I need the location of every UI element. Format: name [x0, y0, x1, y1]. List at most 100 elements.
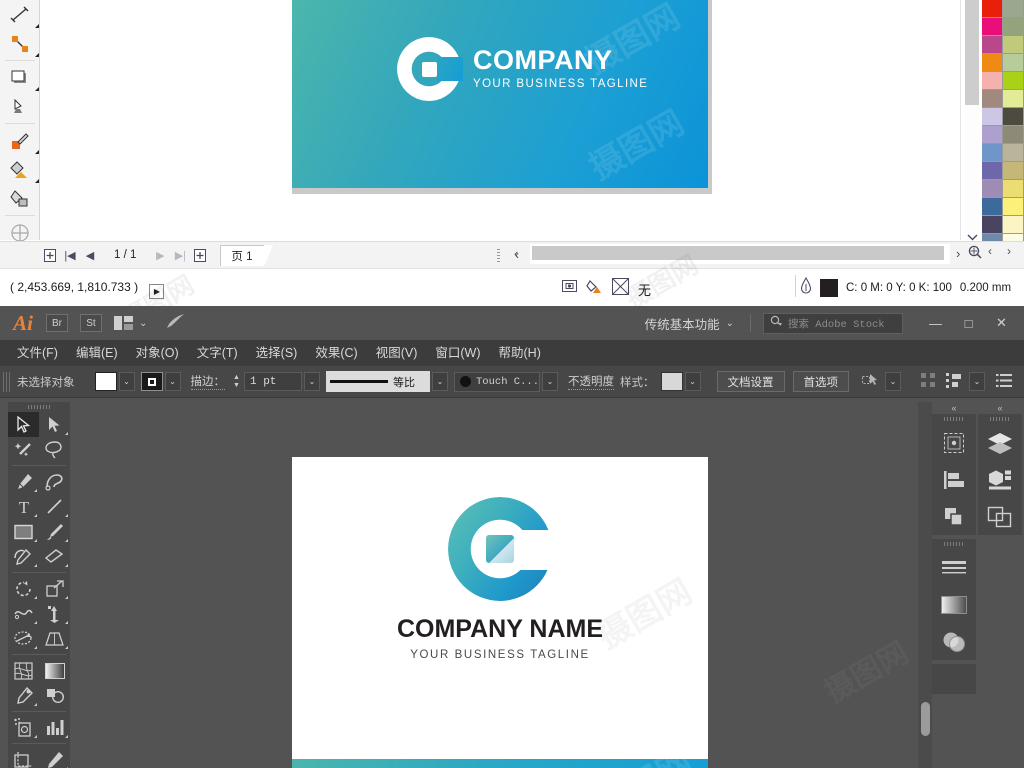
color-swatch[interactable]: [982, 144, 1003, 162]
artboard[interactable]: COMPANY NAME YOUR BUSINESS TAGLINE 摄图网 摄…: [292, 457, 708, 768]
color-swatch[interactable]: [1003, 180, 1024, 198]
workspace-chevron-down-icon[interactable]: ⌄: [726, 318, 734, 329]
layers-panel-icon[interactable]: [978, 424, 1022, 461]
symbol-sprayer-tool[interactable]: [8, 715, 39, 740]
color-swatch[interactable]: [982, 18, 1003, 36]
close-button[interactable]: ✕: [985, 311, 1018, 335]
workspace-switcher-label[interactable]: 传统基本功能: [645, 314, 720, 333]
menu-item-2[interactable]: 对象(O): [127, 340, 188, 366]
fill-dropdown-chevron-icon[interactable]: ⌄: [118, 372, 135, 391]
top-window-vertical-scrollbar[interactable]: [960, 0, 982, 241]
rotate-tool[interactable]: [8, 576, 39, 601]
options-menu-icon[interactable]: [996, 373, 1012, 390]
minimize-button[interactable]: —: [919, 311, 952, 335]
stroke-weight-stepper[interactable]: ▲ ▼: [231, 374, 242, 390]
pathfinder-panel-icon[interactable]: [932, 498, 976, 535]
home-rocket-icon[interactable]: [165, 313, 185, 333]
scroll-left-button[interactable]: ‹: [514, 246, 518, 261]
color-swatch[interactable]: [982, 54, 1003, 72]
stroke-dropdown-chevron-icon[interactable]: ⌄: [164, 372, 181, 391]
adobe-stock-search[interactable]: 搜索 Adobe Stock: [763, 312, 903, 334]
color-swatch[interactable]: [982, 198, 1003, 216]
color-swatch[interactable]: [982, 126, 1003, 144]
lasso-tool[interactable]: [39, 437, 70, 462]
stroke-weight-chevron-icon[interactable]: ⌄: [304, 372, 320, 391]
type-tool[interactable]: T: [8, 494, 39, 519]
graphic-style-swatch[interactable]: [660, 372, 683, 391]
gradient-tool[interactable]: [39, 658, 70, 683]
color-swatch[interactable]: [1003, 108, 1024, 126]
color-swatch[interactable]: [1003, 216, 1024, 234]
color-swatch[interactable]: [1003, 126, 1024, 144]
stroke-pen-icon[interactable]: [800, 276, 812, 299]
stroke-weight-field[interactable]: 1 pt: [244, 372, 302, 391]
align-icon[interactable]: [921, 372, 936, 391]
bridge-button[interactable]: Br: [46, 314, 68, 332]
scroll-right-button[interactable]: ›: [956, 246, 960, 261]
document-vscroll-thumb[interactable]: [921, 702, 930, 736]
free-transform-tool[interactable]: [39, 601, 70, 626]
color-swatch[interactable]: [982, 90, 1003, 108]
color-swatch[interactable]: [1003, 36, 1024, 54]
smart-fill-tool[interactable]: [0, 184, 40, 213]
mesh-tool[interactable]: [8, 658, 39, 683]
add-page-before-button[interactable]: [40, 245, 60, 265]
color-swatch[interactable]: [1003, 18, 1024, 36]
variable-width-profile[interactable]: 等比: [326, 371, 430, 392]
curvature-tool[interactable]: [39, 469, 70, 494]
top-window-canvas[interactable]: COMPANY YOUR BUSINESS TAGLINE 摄图网 摄图网: [40, 0, 954, 240]
page-tab-1[interactable]: 页 1: [220, 244, 274, 267]
dimension-tool[interactable]: [0, 0, 40, 29]
width-profile-chevron-icon[interactable]: ⌄: [432, 372, 448, 391]
last-page-button[interactable]: ▶|: [170, 245, 190, 265]
paintbrush-tool[interactable]: [39, 519, 70, 544]
color-swatch[interactable]: [982, 162, 1003, 180]
object-properties-icon[interactable]: [562, 279, 577, 299]
business-card-artwork[interactable]: COMPANY YOUR BUSINESS TAGLINE 摄图网 摄图网: [292, 0, 708, 188]
color-swatch[interactable]: [1003, 198, 1024, 216]
color-palette-strip[interactable]: [982, 0, 1024, 252]
libraries-panel-icon[interactable]: [978, 461, 1022, 498]
menu-item-3[interactable]: 文字(T): [188, 340, 247, 366]
scale-tool[interactable]: [39, 576, 70, 601]
color-swatch[interactable]: [982, 36, 1003, 54]
document-vertical-scrollbar[interactable]: [918, 402, 932, 768]
select-similar-chevron-icon[interactable]: ⌄: [885, 372, 901, 391]
column-graph-tool[interactable]: [39, 715, 70, 740]
transparency-group-panel-icon[interactable]: [978, 498, 1022, 535]
artboard-tool[interactable]: [8, 747, 39, 768]
arrange-chevron-down-icon[interactable]: ⌄: [139, 318, 147, 329]
blend-tool[interactable]: [39, 683, 70, 708]
first-page-button[interactable]: |◀: [60, 245, 80, 265]
color-swatch[interactable]: [982, 72, 1003, 90]
transparency-panel-icon[interactable]: [932, 623, 976, 660]
slice-tool[interactable]: [39, 747, 70, 768]
color-eyedropper-tool[interactable]: [0, 126, 40, 155]
stroke-weight-label[interactable]: 描边：: [190, 373, 225, 390]
menu-item-5[interactable]: 效果(C): [306, 340, 366, 366]
document-setup-button[interactable]: 文档设置: [716, 371, 785, 392]
swatch-grid[interactable]: [982, 0, 1024, 252]
preferences-button[interactable]: 首选项: [792, 371, 849, 392]
color-swatch[interactable]: [1003, 90, 1024, 108]
maximize-button[interactable]: □: [952, 311, 985, 335]
panel-grip[interactable]: [932, 414, 976, 424]
distribute-chevron-icon[interactable]: ⌄: [969, 372, 985, 391]
style-chevron-icon[interactable]: ⌄: [684, 372, 701, 391]
fill-color-swatch[interactable]: [94, 372, 117, 391]
color-swatch[interactable]: [1003, 144, 1024, 162]
stroke-color-swatch[interactable]: [820, 279, 838, 297]
arrange-documents-icon[interactable]: [114, 316, 133, 330]
perspective-grid-tool[interactable]: [39, 626, 70, 651]
opacity-label[interactable]: 不透明度: [568, 373, 614, 390]
selection-tool[interactable]: [8, 412, 39, 437]
artboards-panel-icon[interactable]: [932, 424, 976, 461]
vscroll-thumb[interactable]: [965, 0, 979, 105]
select-similar-icon[interactable]: [862, 373, 878, 390]
nav-next-button[interactable]: ›: [1007, 244, 1011, 258]
stroke-panel-icon[interactable]: [932, 549, 976, 586]
expand-panels-icon[interactable]: «: [932, 402, 976, 414]
zoom-to-fit-button[interactable]: [968, 245, 982, 264]
panel-grip[interactable]: [932, 539, 976, 549]
pen-tool[interactable]: [8, 469, 39, 494]
